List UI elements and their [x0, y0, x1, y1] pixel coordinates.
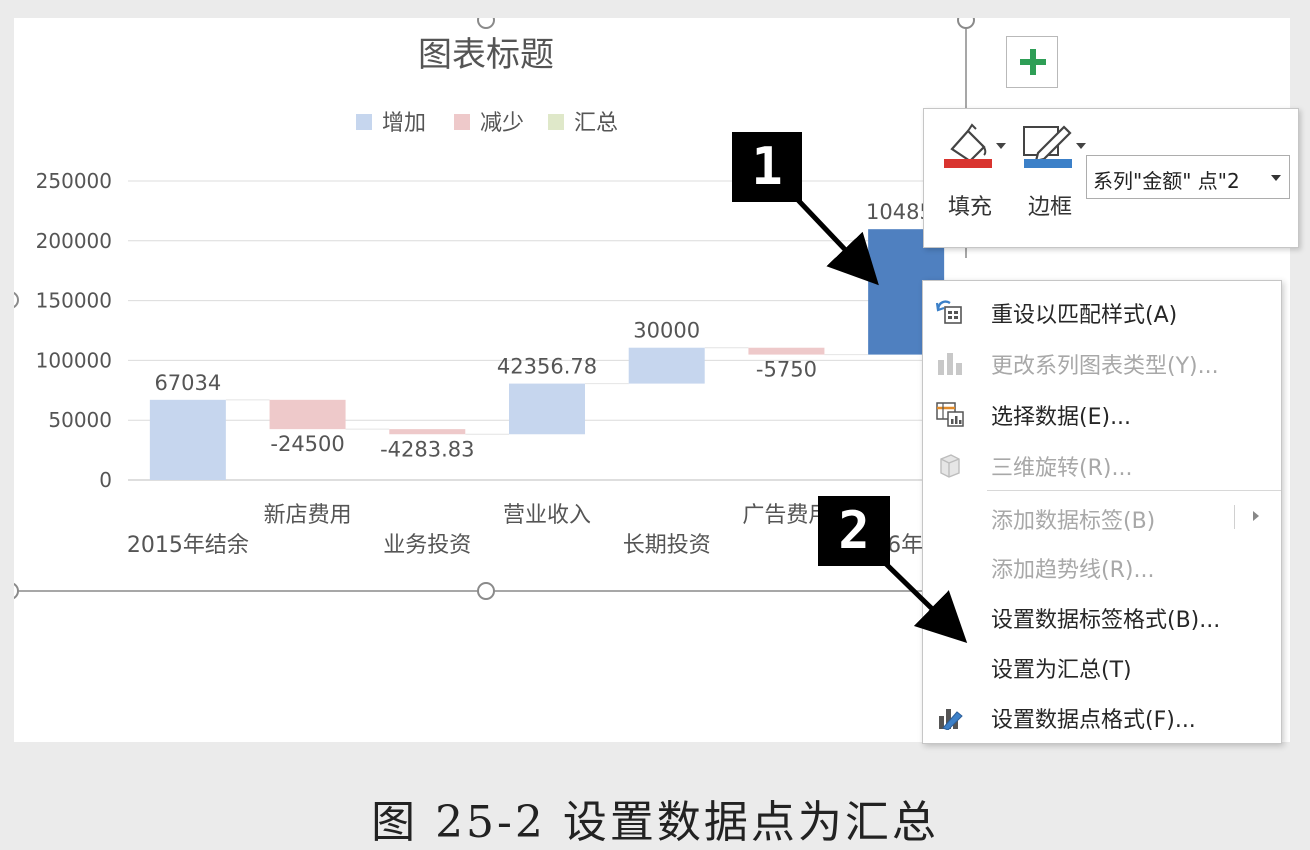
figure-caption: 图 25-2 设置数据点为汇总 — [371, 797, 939, 848]
arrow-1 — [796, 198, 879, 286]
annotation-arrows — [796, 198, 968, 643]
callout-number: 1 — [751, 137, 783, 197]
callout-1: 1 — [732, 132, 802, 202]
arrow-2 — [882, 560, 968, 643]
callout-number: 2 — [838, 501, 870, 561]
callout-2: 2 — [818, 496, 890, 566]
